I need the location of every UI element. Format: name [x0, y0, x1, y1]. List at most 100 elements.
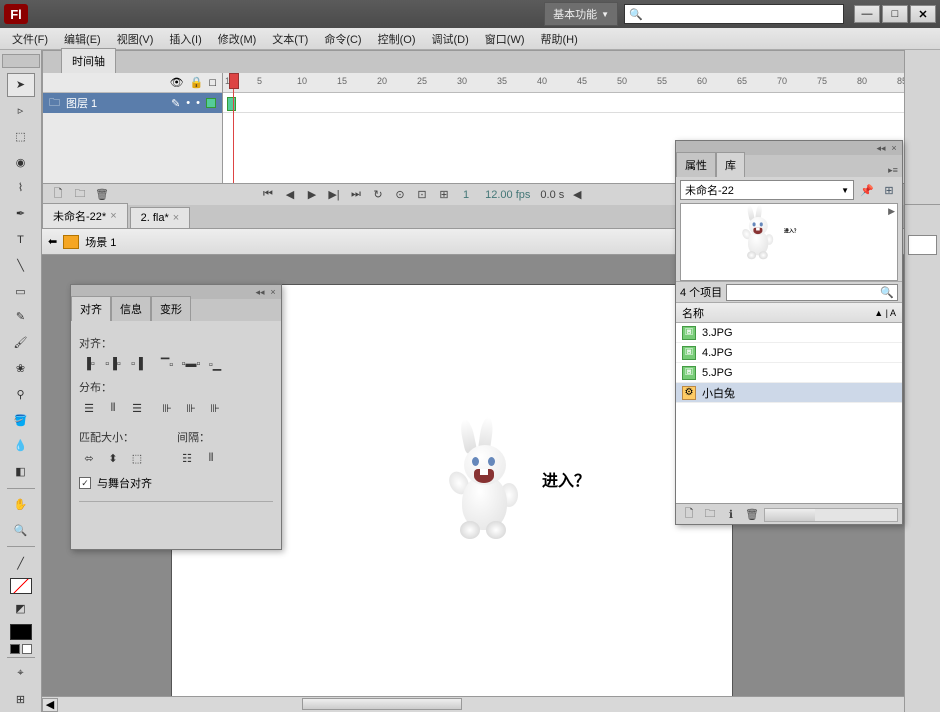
align-right-button[interactable]: ▫▐: [127, 355, 147, 373]
layer-row[interactable]: 🗀 图层 1 ✎ • •: [43, 93, 222, 113]
delete-layer-button[interactable]: 🗑: [93, 187, 111, 203]
snap-tool[interactable]: ⌖: [7, 662, 35, 686]
layer-color-swatch[interactable]: [206, 98, 216, 108]
selection-tool[interactable]: ➤: [7, 73, 35, 97]
maximize-button[interactable]: □: [882, 5, 908, 23]
menu-modify[interactable]: 修改(M): [210, 28, 265, 50]
menu-edit[interactable]: 编辑(E): [56, 28, 109, 50]
play-button[interactable]: ▶: [303, 187, 321, 203]
delete-button[interactable]: 🗑: [743, 507, 761, 523]
free-transform-tool[interactable]: ⬚: [7, 124, 35, 148]
next-frame-button[interactable]: ▶|: [325, 187, 343, 203]
frame-row[interactable]: [223, 93, 939, 113]
zoom-tool[interactable]: 🔍: [7, 518, 35, 542]
tab-info[interactable]: 信息: [111, 296, 151, 321]
outline-icon[interactable]: □: [209, 77, 216, 89]
new-library-icon[interactable]: ⊞: [880, 181, 898, 199]
line-tool[interactable]: ╲: [7, 253, 35, 277]
align-top-button[interactable]: ▔▫: [157, 355, 177, 373]
fps-display[interactable]: 12.00 fps: [485, 189, 530, 201]
lock-icon[interactable]: 🔒: [190, 76, 204, 89]
onion-outline-button[interactable]: ⊡: [413, 187, 431, 203]
swap-colors-icon[interactable]: [22, 644, 32, 654]
library-item[interactable]: ⚙小白兔: [676, 383, 902, 403]
close-button[interactable]: ✕: [910, 5, 936, 23]
tab-transform[interactable]: 变形: [151, 296, 191, 321]
match-width-button[interactable]: ⬄: [79, 449, 99, 467]
menu-view[interactable]: 视图(V): [109, 28, 162, 50]
library-item[interactable]: 🞖3.JPG: [676, 323, 902, 343]
tab-properties[interactable]: 属性: [676, 152, 716, 177]
menu-help[interactable]: 帮助(H): [533, 28, 586, 50]
new-layer-button[interactable]: 🗋: [49, 187, 67, 203]
first-frame-button[interactable]: ⏮: [259, 187, 277, 203]
search-box[interactable]: 🔍: [624, 4, 844, 24]
last-frame-button[interactable]: ⏭: [347, 187, 365, 203]
menu-text[interactable]: 文本(T): [264, 28, 316, 50]
menu-file[interactable]: 文件(F): [4, 28, 56, 50]
playhead[interactable]: [229, 73, 239, 183]
space-vertical-button[interactable]: ☷: [177, 449, 197, 467]
match-height-button[interactable]: ⬍: [103, 449, 123, 467]
fill-swatch[interactable]: [10, 624, 32, 640]
library-item[interactable]: 🞖4.JPG: [676, 343, 902, 363]
close-icon[interactable]: ×: [268, 287, 278, 297]
zoom-dropdown[interactable]: [908, 235, 937, 255]
library-document-dropdown[interactable]: 未命名-22 ▼: [680, 180, 854, 200]
pencil-tool[interactable]: ✎: [7, 305, 35, 329]
close-tab-icon[interactable]: ×: [173, 212, 179, 224]
close-tab-icon[interactable]: ×: [110, 210, 116, 222]
properties-button[interactable]: ℹ: [722, 507, 740, 523]
rabbit-character[interactable]: 进入？: [442, 425, 532, 545]
scroll-left-button[interactable]: ◀: [568, 187, 586, 203]
horizontal-scrollbar[interactable]: ◀ ▶: [42, 696, 924, 712]
paint-bucket-tool[interactable]: 🪣: [7, 408, 35, 432]
menu-window[interactable]: 窗口(W): [477, 28, 533, 50]
eraser-tool[interactable]: ◧: [7, 460, 35, 484]
rectangle-tool[interactable]: ▭: [7, 279, 35, 303]
align-hcenter-button[interactable]: ▫▐▫: [103, 355, 123, 373]
distribute-right-button[interactable]: ⊪: [205, 399, 225, 417]
eye-icon[interactable]: 👁: [170, 76, 184, 89]
menu-control[interactable]: 控制(O): [370, 28, 424, 50]
align-vcenter-button[interactable]: ▫▬▫: [181, 355, 201, 373]
document-tab[interactable]: 未命名-22* ×: [42, 203, 128, 228]
default-colors-icon[interactable]: [10, 644, 20, 654]
loop-button[interactable]: ↻: [369, 187, 387, 203]
deco-tool[interactable]: ❀: [7, 357, 35, 381]
distribute-vcenter-button[interactable]: ⫴: [103, 399, 123, 417]
bone-tool[interactable]: ⚲: [7, 382, 35, 406]
lasso-tool[interactable]: ⌇: [7, 176, 35, 200]
distribute-bottom-button[interactable]: ☰: [127, 399, 147, 417]
collapse-icon[interactable]: ◂◂: [255, 287, 265, 297]
back-icon[interactable]: ⬅: [48, 235, 57, 248]
fill-color[interactable]: ◩: [7, 597, 35, 621]
workspace-dropdown[interactable]: 基本功能 ▼: [544, 2, 618, 26]
menu-insert[interactable]: 插入(I): [161, 28, 209, 50]
hand-tool[interactable]: ✋: [7, 493, 35, 517]
3d-rotation-tool[interactable]: ◉: [7, 150, 35, 174]
scroll-thumb[interactable]: [302, 698, 462, 710]
brush-tool[interactable]: 🖌: [7, 331, 35, 355]
timeline-ruler[interactable]: 1510152025303540455055606570758085: [223, 73, 939, 93]
text-tool[interactable]: T: [7, 228, 35, 252]
library-search[interactable]: 🔍: [726, 284, 898, 301]
to-stage-checkbox[interactable]: ✓: [79, 477, 91, 489]
edit-frames-button[interactable]: ⊞: [435, 187, 453, 203]
menu-commands[interactable]: 命令(C): [316, 28, 369, 50]
preview-play-icon[interactable]: ▶: [888, 206, 895, 217]
stroke-swatch[interactable]: [10, 578, 32, 594]
search-input[interactable]: [643, 8, 839, 20]
tools-panel-header[interactable]: [2, 54, 40, 68]
scene-label[interactable]: 场景 1: [85, 234, 116, 250]
library-column-header[interactable]: 名称 ▲ | A: [676, 303, 902, 323]
library-hscroll[interactable]: [764, 508, 898, 522]
sort-icon[interactable]: ▲ | A: [874, 308, 896, 318]
menu-debug[interactable]: 调试(D): [424, 28, 477, 50]
align-bottom-button[interactable]: ▫▁: [205, 355, 225, 373]
distribute-top-button[interactable]: ☰: [79, 399, 99, 417]
onion-skin-button[interactable]: ⊙: [391, 187, 409, 203]
subselection-tool[interactable]: ▹: [7, 99, 35, 123]
timeline-tab[interactable]: 时间轴: [61, 48, 116, 73]
prev-frame-button[interactable]: ◀: [281, 187, 299, 203]
